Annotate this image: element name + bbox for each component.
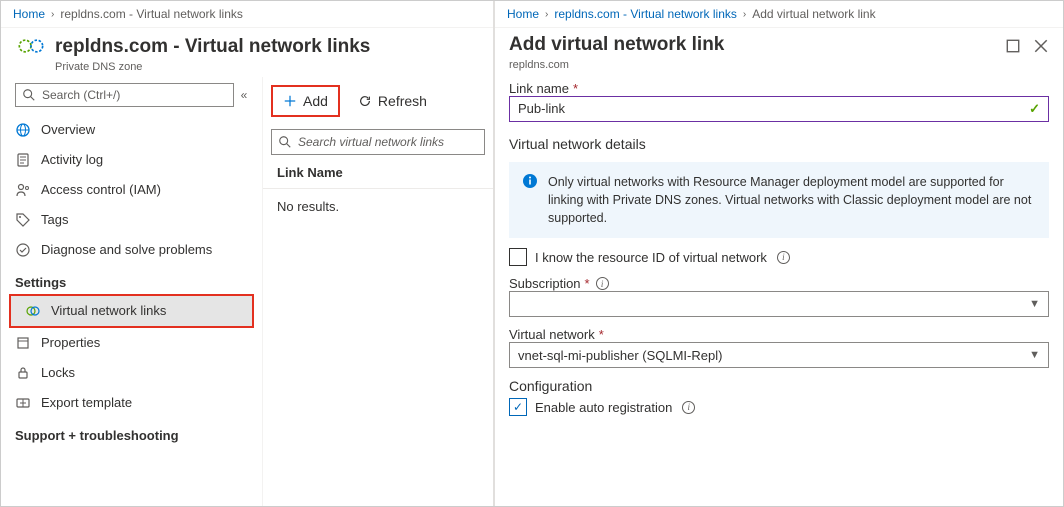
breadcrumb-mid-link[interactable]: repldns.com - Virtual network links	[554, 7, 737, 21]
list-column-header[interactable]: Link Name	[263, 155, 493, 189]
know-resource-id-checkbox[interactable]	[509, 248, 527, 266]
tag-icon	[15, 212, 31, 228]
refresh-icon	[358, 94, 372, 108]
chevron-down-icon: ▼	[1029, 298, 1040, 310]
required-indicator: *	[585, 276, 590, 291]
page-subtitle: Private DNS zone	[55, 61, 370, 73]
info-box: Only virtual networks with Resource Mana…	[509, 162, 1049, 238]
virtual-network-value: vnet-sql-mi-publisher (SQLMI-Repl)	[518, 348, 722, 363]
info-icon[interactable]: i	[596, 277, 609, 290]
iam-icon	[15, 182, 31, 198]
required-indicator: *	[573, 81, 578, 96]
sidebar-item-label: Access control (IAM)	[41, 182, 161, 197]
subscription-select[interactable]: ▼	[509, 291, 1049, 317]
chevron-right-icon: ›	[743, 9, 746, 20]
vnet-details-header: Virtual network details	[509, 136, 1049, 152]
search-icon	[278, 135, 292, 149]
add-button-label: Add	[303, 93, 328, 109]
list-search-input[interactable]: Search virtual network links	[271, 129, 485, 155]
auto-registration-label: Enable auto registration	[535, 400, 672, 415]
sidebar-item-overview[interactable]: Overview	[1, 115, 262, 145]
panel-title: Add virtual network link	[509, 34, 724, 57]
sidebar-item-label: Activity log	[41, 152, 103, 167]
sidebar-section-support: Support + troubleshooting	[1, 418, 262, 447]
sidebar-item-vnet-links[interactable]: Virtual network links	[11, 296, 252, 326]
virtual-network-label: Virtual network*	[509, 327, 1049, 342]
sidebar-search-input[interactable]: Search (Ctrl+/)	[15, 83, 234, 107]
breadcrumb-home-link[interactable]: Home	[507, 7, 539, 21]
sidebar-item-label: Properties	[41, 335, 100, 350]
resource-header: repldns.com - Virtual network links Priv…	[1, 28, 493, 77]
sidebar-item-label: Locks	[41, 365, 75, 380]
configuration-header: Configuration	[509, 378, 1049, 394]
content-column: Add Refresh Search virtual network links…	[263, 77, 493, 506]
breadcrumb-left: Home › repldns.com - Virtual network lin…	[1, 1, 493, 28]
sidebar: Search (Ctrl+/) « Overview Activity log …	[1, 77, 263, 506]
info-text: Only virtual networks with Resource Mana…	[548, 173, 1036, 227]
sidebar-item-label: Overview	[41, 122, 95, 137]
info-icon[interactable]: i	[777, 251, 790, 264]
toolbar: Add Refresh	[263, 77, 493, 125]
sidebar-item-label: Virtual network links	[51, 303, 166, 318]
vnet-links-icon	[25, 303, 41, 319]
panel-header: Add virtual network link repldns.com	[495, 28, 1063, 77]
app-root: Home › repldns.com - Virtual network lin…	[0, 0, 1064, 507]
globe-icon	[15, 122, 31, 138]
sidebar-section-settings: Settings	[1, 265, 262, 294]
resource-panel: Home › repldns.com - Virtual network lin…	[1, 1, 494, 506]
sidebar-item-label: Tags	[41, 212, 68, 227]
breadcrumb-right: Home › repldns.com - Virtual network lin…	[495, 1, 1063, 28]
sidebar-item-properties[interactable]: Properties	[1, 328, 262, 358]
chevron-down-icon: ▼	[1029, 349, 1040, 361]
breadcrumb-current: Add virtual network link	[752, 7, 875, 21]
sidebar-search-placeholder: Search (Ctrl+/)	[42, 88, 120, 102]
sidebar-item-tags[interactable]: Tags	[1, 205, 262, 235]
link-name-input[interactable]: Pub-link ✓	[509, 96, 1049, 122]
info-icon	[522, 173, 538, 189]
search-icon	[22, 88, 36, 102]
close-button[interactable]	[1033, 38, 1049, 54]
page-title: repldns.com - Virtual network links	[55, 36, 370, 59]
sidebar-item-label: Export template	[41, 395, 132, 410]
chevron-right-icon: ›	[51, 9, 54, 20]
plus-icon	[283, 94, 297, 108]
breadcrumb-current: repldns.com - Virtual network links	[60, 7, 243, 21]
link-name-label: Link name*	[509, 81, 1049, 96]
subscription-label: Subscription* i	[509, 276, 1049, 291]
collapse-sidebar-button[interactable]: «	[234, 88, 254, 102]
list-empty-message: No results.	[263, 189, 493, 224]
panel-subtitle: repldns.com	[509, 59, 724, 71]
add-button[interactable]: Add	[273, 87, 338, 115]
sidebar-item-access-control[interactable]: Access control (IAM)	[1, 175, 262, 205]
refresh-button-label: Refresh	[378, 93, 427, 109]
required-indicator: *	[599, 327, 604, 342]
dns-zone-icon	[17, 36, 45, 59]
info-icon[interactable]: i	[682, 401, 695, 414]
sidebar-item-locks[interactable]: Locks	[1, 358, 262, 388]
list-search-placeholder: Search virtual network links	[298, 135, 444, 149]
maximize-button[interactable]	[1005, 38, 1021, 54]
sidebar-item-export-template[interactable]: Export template	[1, 388, 262, 418]
lock-icon	[15, 365, 31, 381]
chevron-right-icon: ›	[545, 9, 548, 20]
know-resource-id-checkbox-row: I know the resource ID of virtual networ…	[509, 248, 1049, 266]
sidebar-item-diagnose[interactable]: Diagnose and solve problems	[1, 235, 262, 265]
auto-registration-checkbox[interactable]: ✓	[509, 398, 527, 416]
know-resource-id-label: I know the resource ID of virtual networ…	[535, 250, 767, 265]
sidebar-item-label: Diagnose and solve problems	[41, 242, 212, 257]
sidebar-item-activity-log[interactable]: Activity log	[1, 145, 262, 175]
export-icon	[15, 395, 31, 411]
add-link-form: Link name* Pub-link ✓ Virtual network de…	[495, 77, 1063, 426]
left-body: Search (Ctrl+/) « Overview Activity log …	[1, 77, 493, 506]
auto-registration-checkbox-row: ✓ Enable auto registration i	[509, 398, 1049, 416]
add-link-panel: Home › repldns.com - Virtual network lin…	[494, 1, 1063, 506]
refresh-button[interactable]: Refresh	[348, 87, 437, 115]
diagnose-icon	[15, 242, 31, 258]
check-icon: ✓	[1029, 101, 1040, 117]
virtual-network-select[interactable]: vnet-sql-mi-publisher (SQLMI-Repl) ▼	[509, 342, 1049, 368]
breadcrumb-home-link[interactable]: Home	[13, 7, 45, 21]
link-name-value: Pub-link	[518, 101, 565, 116]
log-icon	[15, 152, 31, 168]
properties-icon	[15, 335, 31, 351]
